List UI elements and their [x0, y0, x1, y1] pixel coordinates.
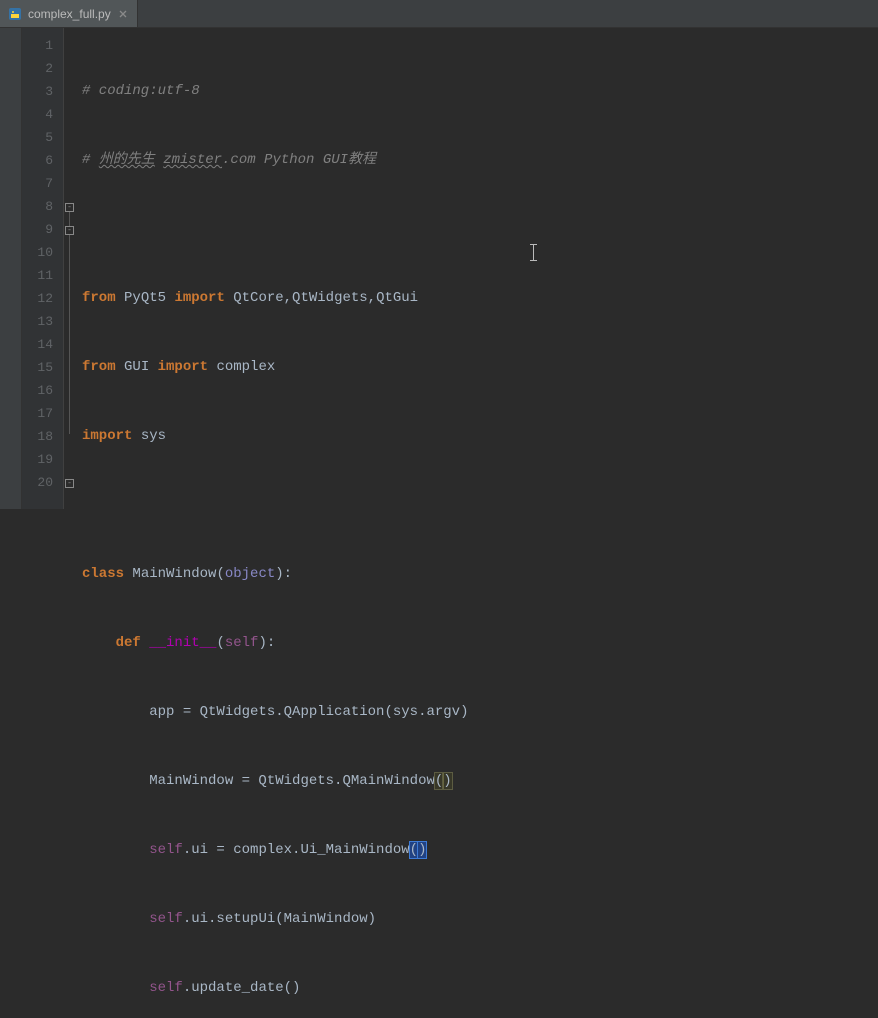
line-number: 9 — [22, 218, 63, 241]
fold-marker[interactable]: - — [65, 203, 74, 212]
text-caret — [533, 244, 534, 261]
code-line — [78, 494, 878, 517]
line-number: 20 — [22, 471, 63, 494]
tab-label: complex_full.py — [28, 7, 111, 21]
code-line: self.update_date() — [78, 977, 878, 1000]
line-number: 5 — [22, 126, 63, 149]
code-editor[interactable]: # coding:utf-8 # 州的先生 zmister.com Python… — [78, 28, 878, 509]
fold-marker[interactable]: - — [65, 226, 74, 235]
code-line — [78, 218, 878, 241]
line-number: 10 — [22, 241, 63, 264]
line-number: 4 — [22, 103, 63, 126]
code-line: # coding:utf-8 — [78, 80, 878, 103]
line-number: 14 — [22, 333, 63, 356]
line-number: 1 — [22, 34, 63, 57]
line-number: 2 — [22, 57, 63, 80]
editor-area: 1234567891011121314151617181920 - - - # … — [0, 28, 878, 509]
line-number: 12 — [22, 287, 63, 310]
code-line: app = QtWidgets.QApplication(sys.argv) — [78, 701, 878, 724]
tab-bar: complex_full.py — [0, 0, 878, 28]
python-file-icon — [8, 7, 22, 21]
code-line: def __init__(self): — [78, 632, 878, 655]
line-number-gutter: 1234567891011121314151617181920 — [22, 28, 64, 509]
close-icon[interactable] — [117, 8, 129, 20]
code-line: from PyQt5 import QtCore,QtWidgets,QtGui — [78, 287, 878, 310]
code-line: self.ui = complex.Ui_MainWindow() — [78, 839, 878, 862]
nav-strip — [0, 28, 22, 509]
line-number: 15 — [22, 356, 63, 379]
code-line: MainWindow = QtWidgets.QMainWindow() — [78, 770, 878, 793]
line-number: 3 — [22, 80, 63, 103]
line-number: 8 — [22, 195, 63, 218]
code-line: from GUI import complex — [78, 356, 878, 379]
line-number: 16 — [22, 379, 63, 402]
fold-strip: - - - — [64, 28, 78, 509]
line-number: 19 — [22, 448, 63, 471]
code-line: # 州的先生 zmister.com Python GUI教程 — [78, 149, 878, 172]
line-number: 6 — [22, 149, 63, 172]
line-number: 11 — [22, 264, 63, 287]
code-line: class MainWindow(object): — [78, 563, 878, 586]
fold-marker[interactable]: - — [65, 479, 74, 488]
code-line: import sys — [78, 425, 878, 448]
code-line: self.ui.setupUi(MainWindow) — [78, 908, 878, 931]
file-tab[interactable]: complex_full.py — [0, 0, 138, 27]
line-number: 17 — [22, 402, 63, 425]
line-number: 7 — [22, 172, 63, 195]
line-number: 13 — [22, 310, 63, 333]
line-number: 18 — [22, 425, 63, 448]
